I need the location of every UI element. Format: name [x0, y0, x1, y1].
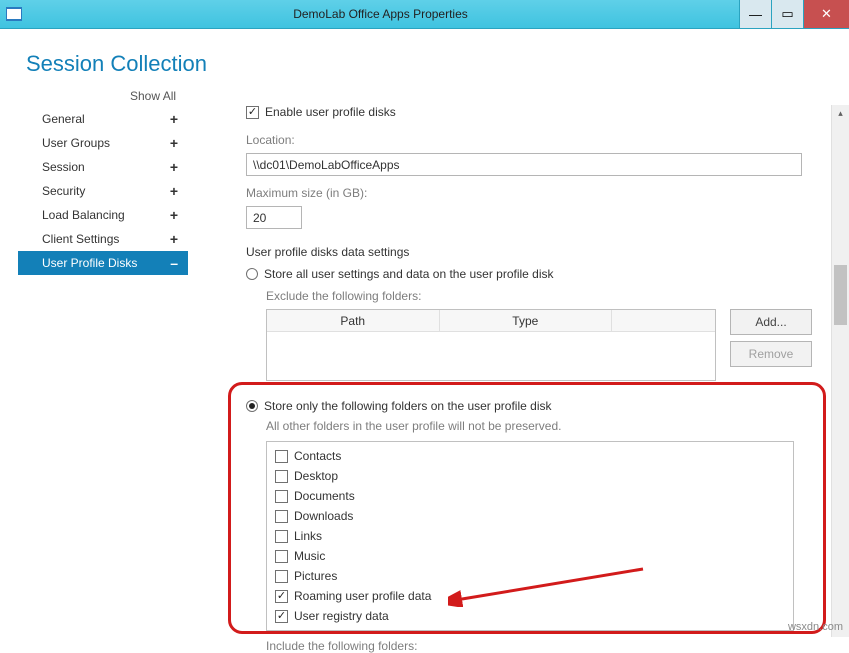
- sidebar-item-label: Security: [42, 184, 85, 198]
- watermark: wsxdn.com: [788, 621, 843, 633]
- vertical-scrollbar[interactable]: ▴: [831, 105, 849, 637]
- sidebar-item-load-balancing[interactable]: Load Balancing +: [18, 203, 188, 227]
- enable-profile-disks-checkbox[interactable]: [246, 106, 259, 119]
- window-title: DemoLab Office Apps Properties: [22, 0, 739, 28]
- scroll-up-icon[interactable]: ▴: [832, 105, 849, 122]
- include-label: Include the following folders:: [266, 639, 824, 653]
- location-input[interactable]: [246, 153, 802, 176]
- location-label: Location:: [246, 133, 824, 147]
- expand-icon: +: [170, 136, 178, 150]
- sidebar-item-label: User Profile Disks: [42, 256, 137, 270]
- sidebar: General + User Groups + Session + Securi…: [18, 107, 188, 275]
- add-button[interactable]: Add...: [730, 309, 812, 335]
- maxsize-label: Maximum size (in GB):: [246, 186, 824, 200]
- data-settings-header: User profile disks data settings: [246, 245, 824, 259]
- show-all-link[interactable]: Show All: [130, 89, 176, 103]
- expand-icon: +: [170, 208, 178, 222]
- exclude-label: Exclude the following folders:: [266, 289, 824, 303]
- expand-icon: +: [170, 232, 178, 246]
- sidebar-item-client-settings[interactable]: Client Settings +: [18, 227, 188, 251]
- sidebar-item-general[interactable]: General +: [18, 107, 188, 131]
- close-button[interactable]: ✕: [803, 0, 849, 28]
- col-path[interactable]: Path: [267, 310, 440, 331]
- col-type[interactable]: Type: [440, 310, 613, 331]
- enable-profile-disks-label: Enable user profile disks: [265, 105, 396, 119]
- sidebar-item-label: General: [42, 112, 85, 126]
- page-heading: Session Collection: [26, 51, 207, 77]
- maxsize-input[interactable]: [246, 206, 302, 229]
- store-all-label: Store all user settings and data on the …: [264, 267, 554, 281]
- collapse-icon: –: [170, 256, 178, 270]
- sidebar-item-security[interactable]: Security +: [18, 179, 188, 203]
- expand-icon: +: [170, 184, 178, 198]
- maximize-button[interactable]: ▭: [771, 0, 803, 28]
- scroll-thumb[interactable]: [834, 265, 847, 325]
- minimize-button[interactable]: —: [739, 0, 771, 28]
- sidebar-item-user-groups[interactable]: User Groups +: [18, 131, 188, 155]
- sidebar-item-user-profile-disks[interactable]: User Profile Disks –: [18, 251, 188, 275]
- sidebar-item-session[interactable]: Session +: [18, 155, 188, 179]
- app-icon: [6, 7, 22, 21]
- remove-button[interactable]: Remove: [730, 341, 812, 367]
- sidebar-item-label: Client Settings: [42, 232, 119, 246]
- sidebar-item-label: Session: [42, 160, 85, 174]
- exclude-folders-table: Path Type: [266, 309, 716, 381]
- annotation-arrow-icon: [448, 567, 648, 607]
- expand-icon: +: [170, 160, 178, 174]
- store-all-radio[interactable]: [246, 268, 258, 280]
- expand-icon: +: [170, 112, 178, 126]
- col-empty: [612, 310, 715, 331]
- title-bar: DemoLab Office Apps Properties — ▭ ✕: [0, 0, 849, 29]
- sidebar-item-label: Load Balancing: [42, 208, 125, 222]
- sidebar-item-label: User Groups: [42, 136, 110, 150]
- exclude-table-body[interactable]: [267, 332, 715, 380]
